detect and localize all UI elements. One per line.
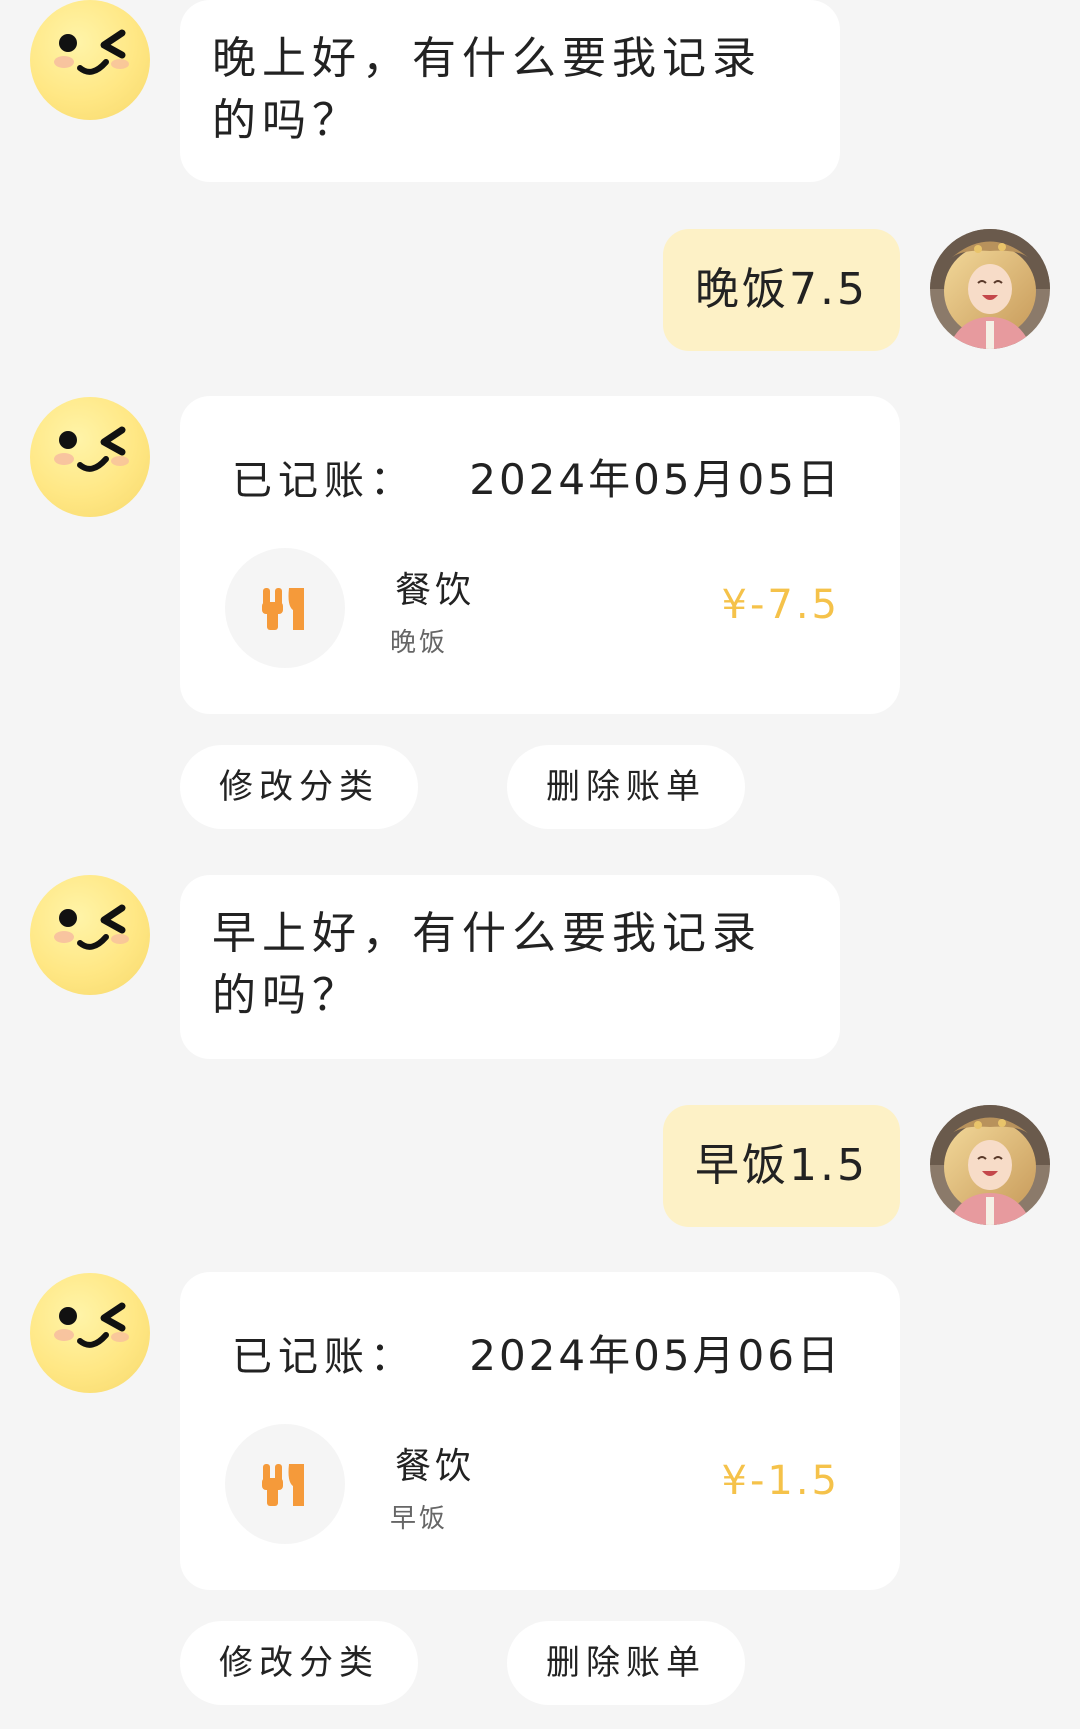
user-message-bubble: 晚饭7.5 [663, 229, 900, 351]
bot-message-text: 早上好，有什么要我记录的吗？ [212, 908, 762, 1021]
utensils-icon [262, 1464, 304, 1506]
record-card[interactable]: 已记账： 2024年05月05日 餐饮 晚饭 ¥-7.5 [180, 396, 900, 714]
bot-avatar[interactable] [30, 397, 150, 517]
user-avatar-image [930, 229, 1050, 349]
category-name: 餐饮 [395, 570, 476, 611]
user-message-text: 晚饭7.5 [695, 264, 868, 315]
bot-avatar[interactable] [30, 1273, 150, 1393]
record-date: 2024年05月05日 [469, 455, 842, 504]
category-name: 餐饮 [395, 1446, 476, 1487]
user-message-text: 早饭1.5 [695, 1140, 868, 1191]
wink-face-icon [30, 0, 150, 120]
delete-bill-button[interactable]: 删除账单 [507, 1621, 745, 1705]
bot-avatar[interactable] [30, 0, 150, 120]
edit-category-button[interactable]: 修改分类 [180, 745, 418, 829]
user-avatar-image [930, 1105, 1050, 1225]
amount: ¥-1.5 [721, 1458, 840, 1504]
user-avatar[interactable] [930, 229, 1050, 349]
record-card[interactable]: 已记账： 2024年05月06日 餐饮 早饭 ¥-1.5 [180, 1272, 900, 1590]
amount: ¥-7.5 [721, 582, 840, 628]
wink-face-icon [30, 875, 150, 995]
bot-message-text: 晚上好，有什么要我记录的吗？ [212, 33, 762, 146]
bot-message-bubble: 晚上好，有什么要我记录的吗？ [180, 0, 840, 182]
wink-face-icon [30, 397, 150, 517]
record-label: 已记账： [232, 1334, 416, 1380]
utensils-icon [262, 588, 304, 630]
user-message-bubble: 早饭1.5 [663, 1105, 900, 1227]
record-label: 已记账： [232, 458, 416, 504]
category-note: 晚饭 [390, 628, 449, 658]
bot-avatar[interactable] [30, 875, 150, 995]
delete-bill-button[interactable]: 删除账单 [507, 745, 745, 829]
category-note: 早饭 [390, 1504, 449, 1534]
category-icon-circle [225, 548, 345, 668]
wink-face-icon [30, 1273, 150, 1393]
record-date: 2024年05月06日 [469, 1331, 842, 1380]
edit-category-button[interactable]: 修改分类 [180, 1621, 418, 1705]
user-avatar[interactable] [930, 1105, 1050, 1225]
bot-message-bubble: 早上好，有什么要我记录的吗？ [180, 875, 840, 1059]
category-icon-circle [225, 1424, 345, 1544]
